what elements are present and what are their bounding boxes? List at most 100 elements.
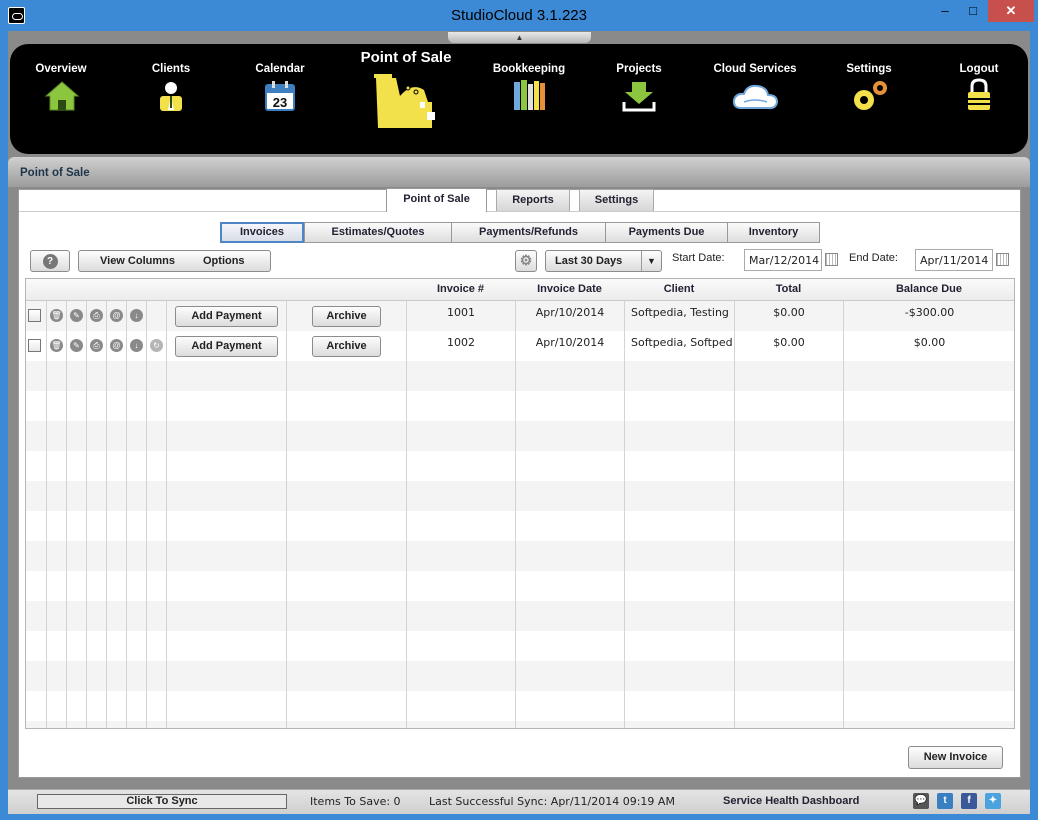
items-to-save: Items To Save: 0 xyxy=(310,795,401,808)
invoices-table: Invoice # Invoice Date Client Total Bala… xyxy=(25,278,1015,729)
maximize-button[interactable]: □ xyxy=(962,0,984,22)
subtab-payments-due[interactable]: Payments Due xyxy=(605,222,728,243)
last-sync: Last Successful Sync: Apr/11/2014 09:19 … xyxy=(429,795,675,808)
download-icon[interactable]: ↓ xyxy=(130,309,143,322)
calendar-day-text: 23 xyxy=(273,95,287,110)
subtab-inventory[interactable]: Inventory xyxy=(727,222,820,243)
section-header: Point of Sale xyxy=(8,157,1030,187)
click-to-sync-button[interactable]: Click To Sync xyxy=(37,794,287,809)
app-client-area: ▲ Overview Clients Calendar 23 Point of … xyxy=(8,31,1030,814)
section-title: Point of Sale xyxy=(20,167,90,179)
chevron-down-icon: ▼ xyxy=(641,251,661,271)
nav-logout[interactable]: Logout xyxy=(940,44,1018,144)
filter-settings-gear-icon[interactable]: ⚙ xyxy=(515,250,537,272)
collapse-nav-tab[interactable]: ▲ xyxy=(448,32,591,43)
edit-pencil-icon[interactable]: ✎ xyxy=(70,309,83,322)
twitter-icon[interactable]: t xyxy=(937,793,953,809)
close-button[interactable]: ✕ xyxy=(988,0,1034,22)
column-header-invoice-number[interactable]: Invoice # xyxy=(406,279,516,301)
trash-icon[interactable]: 🗑 xyxy=(50,339,63,352)
add-payment-button[interactable]: Add Payment xyxy=(175,336,278,357)
start-date-input[interactable]: Mar/12/2014 xyxy=(744,249,822,271)
cloud-icon xyxy=(732,84,779,110)
download-tray-icon xyxy=(622,82,656,112)
nav-bookkeeping-label: Bookkeeping xyxy=(492,63,566,75)
nav-clients[interactable]: Clients xyxy=(132,44,210,144)
invoice-date: Apr/10/2014 xyxy=(535,336,605,349)
column-header-total[interactable]: Total xyxy=(734,279,844,301)
download-icon[interactable]: ↓ xyxy=(130,339,143,352)
nav-logout-label: Logout xyxy=(959,63,999,75)
date-range-select[interactable]: Last 30 Days ▼ xyxy=(545,250,662,272)
help-button[interactable]: ? xyxy=(30,250,70,272)
email-at-icon[interactable]: @ xyxy=(110,339,123,352)
nav-point-of-sale-label: Point of Sale xyxy=(360,49,452,66)
end-date-input[interactable]: Apr/11/2014 xyxy=(915,249,993,271)
client-person-icon xyxy=(160,82,182,111)
subtab-invoices[interactable]: Invoices xyxy=(220,222,304,243)
books-icon xyxy=(514,80,545,110)
email-at-icon[interactable]: @ xyxy=(110,309,123,322)
nav-clients-label: Clients xyxy=(151,63,191,75)
column-header-invoice-date[interactable]: Invoice Date xyxy=(515,279,625,301)
nav-cloud-services[interactable]: Cloud Services xyxy=(706,44,804,144)
row-checkbox[interactable] xyxy=(28,339,41,352)
view-options-bar: View Columns Options xyxy=(78,250,271,272)
share-icon[interactable]: ✦ xyxy=(985,793,1001,809)
column-header-client[interactable]: Client xyxy=(624,279,735,301)
tab-point-of-sale[interactable]: Point of Sale xyxy=(386,188,487,212)
invoice-total: $0.00 xyxy=(773,306,805,319)
nav-settings[interactable]: Settings xyxy=(830,44,908,144)
gears-icon xyxy=(854,81,887,110)
subtab-estimates-quotes[interactable]: Estimates/Quotes xyxy=(304,222,452,243)
edit-pencil-icon[interactable]: ✎ xyxy=(70,339,83,352)
tab-reports[interactable]: Reports xyxy=(496,189,570,211)
nav-projects[interactable]: Projects xyxy=(600,44,678,144)
minimize-button[interactable]: – xyxy=(934,0,956,22)
view-columns-button[interactable]: View Columns xyxy=(100,255,175,267)
archive-button[interactable]: Archive xyxy=(312,336,381,357)
nav-point-of-sale[interactable]: Point of Sale xyxy=(340,44,472,154)
padlock-icon xyxy=(968,78,990,110)
client-name: Softpedia, Testing xyxy=(631,306,729,319)
nav-cloud-services-label: Cloud Services xyxy=(713,63,797,75)
column-header-actions xyxy=(26,279,407,301)
home-icon xyxy=(44,81,80,111)
window-title: StudioCloud 3.1.223 xyxy=(451,7,587,24)
status-bar: Click To Sync Items To Save: 0 Last Succ… xyxy=(8,789,1030,814)
invoice-date: Apr/10/2014 xyxy=(535,306,605,319)
tab-settings[interactable]: Settings xyxy=(579,189,654,211)
help-icon: ? xyxy=(42,254,58,269)
invoice-number: 1002 xyxy=(447,336,475,349)
print-icon[interactable]: ⎙ xyxy=(90,309,103,322)
nav-settings-label: Settings xyxy=(846,63,892,75)
options-button[interactable]: Options xyxy=(203,255,245,267)
facebook-icon[interactable]: f xyxy=(961,793,977,809)
nav-calendar[interactable]: Calendar 23 xyxy=(241,44,319,144)
service-health-dashboard-link[interactable]: Service Health Dashboard xyxy=(723,795,859,807)
main-nav: Overview Clients Calendar 23 Point of Sa… xyxy=(10,44,1028,154)
row-checkbox[interactable] xyxy=(28,309,41,322)
nav-overview[interactable]: Overview xyxy=(22,44,100,144)
invoice-total: $0.00 xyxy=(773,336,805,349)
cash-register-icon xyxy=(374,74,435,128)
new-invoice-button[interactable]: New Invoice xyxy=(908,746,1003,769)
balance-due: -$300.00 xyxy=(904,306,955,319)
end-date-label: End Date: xyxy=(849,252,898,264)
tab-divider xyxy=(19,211,1020,212)
nav-calendar-label: Calendar xyxy=(255,63,305,75)
subtab-payments-refunds[interactable]: Payments/Refunds xyxy=(451,222,606,243)
end-date-calendar-icon[interactable] xyxy=(996,253,1009,266)
column-header-balance-due[interactable]: Balance Due xyxy=(843,279,1014,301)
title-bar: StudioCloud 3.1.223 – □ ✕ xyxy=(0,0,1038,31)
nav-bookkeeping[interactable]: Bookkeeping xyxy=(480,44,578,144)
add-payment-button[interactable]: Add Payment xyxy=(175,306,278,327)
start-date-calendar-icon[interactable] xyxy=(825,253,838,266)
refresh-icon[interactable]: ↻ xyxy=(150,339,163,352)
archive-button[interactable]: Archive xyxy=(312,306,381,327)
print-icon[interactable]: ⎙ xyxy=(90,339,103,352)
nav-overview-label: Overview xyxy=(35,63,87,75)
trash-icon[interactable]: 🗑 xyxy=(50,309,63,322)
chat-bubble-icon[interactable]: 💬 xyxy=(913,793,929,809)
nav-projects-label: Projects xyxy=(616,63,662,75)
